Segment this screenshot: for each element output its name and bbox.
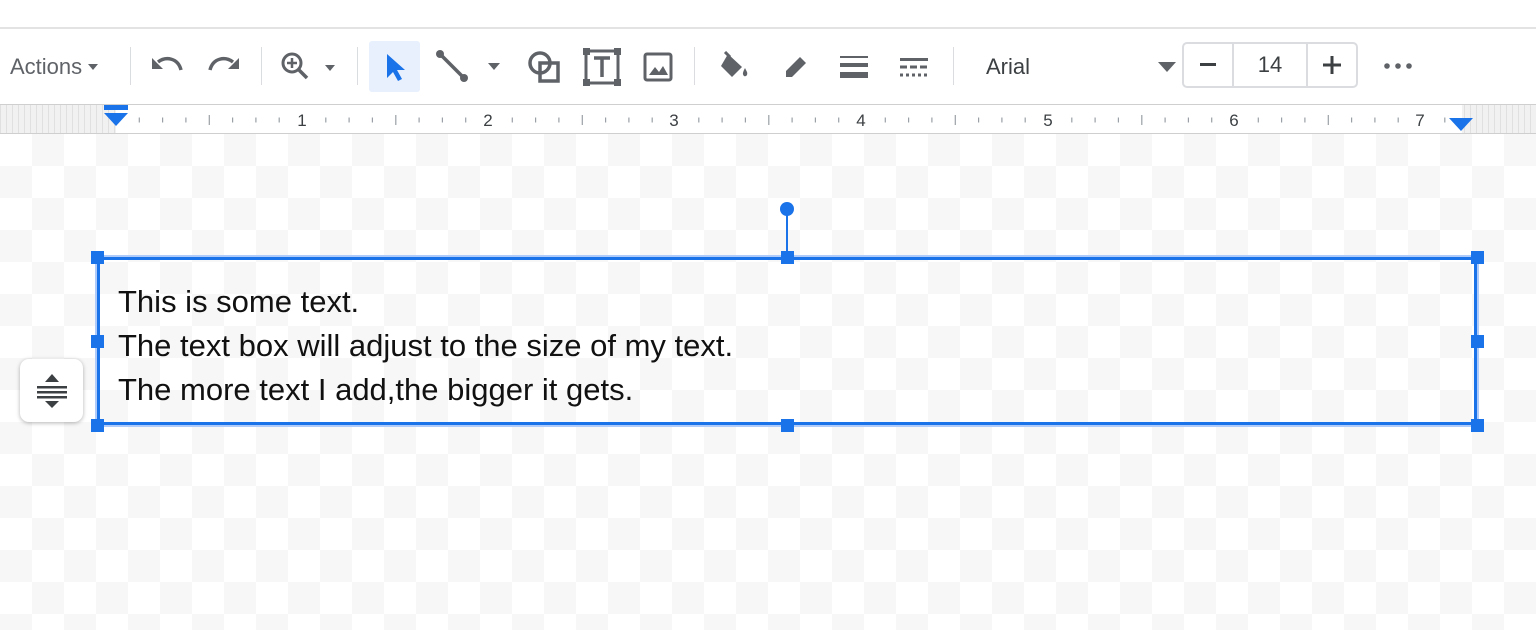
border-dash-button[interactable] <box>896 49 932 85</box>
border-color-button[interactable] <box>778 49 814 85</box>
resize-handle-top[interactable] <box>781 251 794 264</box>
ruler-ticks: 1 2 3 4 5 6 7 <box>104 105 1473 131</box>
line-icon <box>436 50 500 82</box>
resize-handle-bottom[interactable] <box>781 419 794 432</box>
ruler-label: 2 <box>483 111 492 130</box>
zoom-button[interactable] <box>278 49 340 83</box>
shape-icon <box>528 51 560 83</box>
vertical-align-button[interactable] <box>20 359 83 422</box>
border-dash-icon <box>900 58 928 77</box>
toolbar-divider <box>261 47 262 85</box>
toolbar-divider <box>694 47 695 85</box>
actions-label: Actions <box>10 54 83 79</box>
fill-color-button[interactable] <box>716 49 752 85</box>
border-color-icon <box>786 54 809 77</box>
zoom-icon <box>281 52 335 80</box>
resize-handle-right[interactable] <box>1471 335 1484 348</box>
rotation-handle[interactable] <box>780 202 794 216</box>
line-tool-button[interactable] <box>434 47 510 85</box>
ruler-label: 1 <box>297 111 306 130</box>
text-line: The text box will adjust to the size of … <box>118 328 734 363</box>
top-strip <box>0 0 1536 29</box>
resize-handle-bottom-right[interactable] <box>1471 419 1484 432</box>
toolbar: Actions Arial 14 <box>0 29 1536 104</box>
chevron-down-icon <box>1158 62 1176 72</box>
undo-icon <box>152 56 183 71</box>
right-indent-marker[interactable] <box>1449 118 1473 131</box>
ruler-label: 7 <box>1415 111 1424 130</box>
decrease-font-size-button[interactable] <box>1184 44 1232 86</box>
redo-icon <box>208 56 239 71</box>
ruler-label: 5 <box>1043 111 1052 130</box>
font-size-control: 14 <box>1182 42 1358 88</box>
image-icon <box>643 52 673 82</box>
text-box-tool-button[interactable] <box>582 47 622 87</box>
border-weight-icon <box>840 56 868 78</box>
drawing-canvas[interactable]: This is some text. The text box will adj… <box>0 134 1536 630</box>
text-box-icon <box>583 48 621 86</box>
resize-handle-top-right[interactable] <box>1471 251 1484 264</box>
select-cursor-icon <box>386 53 405 81</box>
chevron-down-icon <box>88 64 99 70</box>
border-weight-button[interactable] <box>836 49 872 85</box>
toolbar-divider <box>953 47 954 85</box>
toolbar-divider <box>130 47 131 85</box>
font-size-input[interactable]: 14 <box>1232 44 1308 86</box>
select-tool-button[interactable] <box>369 41 420 92</box>
ruler-label: 6 <box>1229 111 1238 130</box>
font-family-select[interactable]: Arial <box>986 51 1176 83</box>
shape-tool-button[interactable] <box>524 47 564 87</box>
more-options-button[interactable] <box>1380 51 1416 81</box>
image-tool-button[interactable] <box>640 49 676 85</box>
text-line: This is some text. <box>118 284 360 319</box>
text-line: The more text I add,the bigger it gets. <box>118 372 634 407</box>
toolbar-divider <box>357 47 358 85</box>
more-icon <box>1384 63 1412 69</box>
text-box[interactable]: This is some text. The text box will adj… <box>97 257 1477 425</box>
plus-icon <box>1323 56 1341 74</box>
ruler: 1 2 3 4 5 6 7 <box>0 104 1536 134</box>
ruler-label: 3 <box>669 111 678 130</box>
resize-handle-left[interactable] <box>91 335 104 348</box>
redo-button[interactable] <box>205 49 243 83</box>
vertical-align-icon <box>36 373 67 408</box>
resize-handle-top-left[interactable] <box>91 251 104 264</box>
fill-color-icon <box>721 51 748 77</box>
font-family-value: Arial <box>986 54 1031 79</box>
minus-icon <box>1200 63 1216 66</box>
resize-handle-bottom-left[interactable] <box>91 419 104 432</box>
left-indent-marker[interactable] <box>104 105 128 126</box>
rotation-line <box>786 213 788 253</box>
undo-button[interactable] <box>148 49 186 83</box>
text-box-content[interactable]: This is some text. The text box will adj… <box>118 280 733 412</box>
ruler-label: 4 <box>856 111 865 130</box>
increase-font-size-button[interactable] <box>1308 44 1356 86</box>
actions-menu[interactable]: Actions <box>10 53 99 81</box>
